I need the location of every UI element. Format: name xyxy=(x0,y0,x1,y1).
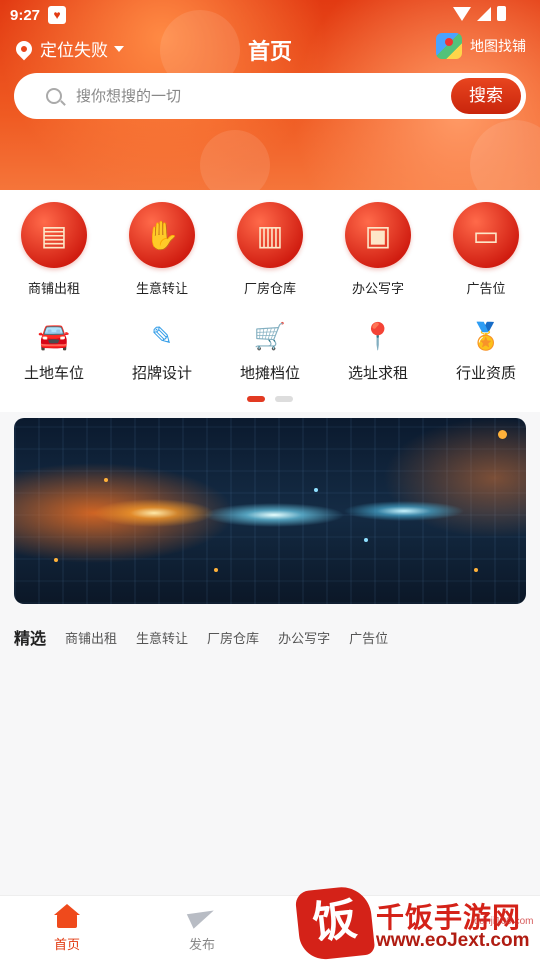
category-street-stall[interactable]: 🛒 地摊档位 xyxy=(216,318,324,383)
app-notification-icon: ♥ xyxy=(48,6,66,24)
search-icon xyxy=(46,88,62,104)
banner-decoration xyxy=(54,558,58,562)
watermark-subdomain: danji100.com xyxy=(474,916,534,927)
send-icon xyxy=(189,904,215,928)
category-land-parking[interactable]: 🚘 土地车位 xyxy=(0,318,108,383)
category-sign-design[interactable]: ✎ 招牌设计 xyxy=(108,318,216,383)
briefcase-icon: ▣ xyxy=(345,202,411,268)
watermark-domain: www.eoJext.com xyxy=(376,930,530,951)
watermark: 饭 千饭手游网 danji100.com www.eoJext.com xyxy=(294,884,540,960)
category-label: 生意转让 xyxy=(135,281,188,296)
category-row-secondary: 🚘 土地车位 ✎ 招牌设计 🛒 地摊档位 📍 选址求租 🏅 行业资质 xyxy=(0,318,540,383)
home-icon xyxy=(54,904,80,928)
tab-factory-warehouse[interactable]: 厂房仓库 xyxy=(207,628,259,647)
status-time: 9:27 xyxy=(10,7,41,24)
award-icon: 🏅 xyxy=(469,320,503,351)
header: 9:27 ♥ 定位失败 首页 地图找铺 搜索 xyxy=(0,0,540,190)
category-label: 行业资质 xyxy=(455,365,516,382)
category-office[interactable]: ▣ 办公写字 xyxy=(324,202,432,297)
promo-banner[interactable] xyxy=(14,418,526,604)
category-grid: ▤ 商铺出租 ✋ 生意转让 ▥ 厂房仓库 ▣ 办公写字 ▭ 广告位 🚘 土地车位… xyxy=(0,190,540,412)
category-ad-space[interactable]: ▭ 广告位 xyxy=(432,202,540,297)
storefront-icon: ▤ xyxy=(21,202,87,268)
status-bar: 9:27 ♥ xyxy=(0,0,540,32)
watermark-logo: 饭 xyxy=(294,884,376,960)
banner-decoration xyxy=(474,568,478,572)
category-qualification[interactable]: 🏅 行业资质 xyxy=(432,318,540,383)
category-label: 地摊档位 xyxy=(239,365,300,382)
category-site-search[interactable]: 📍 选址求租 xyxy=(324,318,432,383)
category-label: 选址求租 xyxy=(347,365,408,382)
search-input[interactable] xyxy=(76,87,436,105)
carousel-indicator xyxy=(0,396,540,402)
car-icon: 🚘 xyxy=(37,320,71,351)
home-icon-body xyxy=(57,914,77,928)
category-label: 商铺出租 xyxy=(27,281,80,296)
nav-label: 发布 xyxy=(188,937,215,952)
wifi-icon xyxy=(453,6,471,21)
factory-icon: ▥ xyxy=(237,202,303,268)
banner-decoration xyxy=(104,478,108,482)
carousel-dot[interactable] xyxy=(275,396,293,402)
category-label: 招牌设计 xyxy=(131,365,192,382)
map-icon xyxy=(436,33,462,59)
category-label: 厂房仓库 xyxy=(243,281,296,296)
battery-icon xyxy=(497,6,506,21)
search-bar[interactable]: 搜索 xyxy=(14,73,526,119)
category-factory-warehouse[interactable]: ▥ 厂房仓库 xyxy=(216,202,324,297)
category-row-primary: ▤ 商铺出租 ✋ 生意转让 ▥ 厂房仓库 ▣ 办公写字 ▭ 广告位 xyxy=(0,202,540,297)
header-decoration xyxy=(200,130,270,190)
banner-decoration xyxy=(214,568,218,572)
category-label: 广告位 xyxy=(466,281,506,296)
tab-office[interactable]: 办公写字 xyxy=(278,628,330,647)
category-label: 办公写字 xyxy=(351,281,404,296)
header-decoration xyxy=(470,120,540,190)
filter-tabs: 精选 商铺出租 生意转让 厂房仓库 办公写字 广告位 xyxy=(14,625,407,649)
category-label: 土地车位 xyxy=(23,365,84,382)
cart-icon: 🛒 xyxy=(253,320,287,351)
category-shop-rent[interactable]: ▤ 商铺出租 xyxy=(0,202,108,297)
nav-label: 首页 xyxy=(53,937,80,952)
ruler-pencil-icon: ✎ xyxy=(151,320,173,351)
map-find-button[interactable]: 地图找铺 xyxy=(436,33,526,59)
tab-business-transfer[interactable]: 生意转让 xyxy=(136,628,188,647)
tab-featured[interactable]: 精选 xyxy=(14,625,46,649)
banner-decoration xyxy=(498,430,507,439)
handshake-icon: ✋ xyxy=(129,202,195,268)
map-find-label: 地图找铺 xyxy=(470,38,526,54)
tab-ad-space[interactable]: 广告位 xyxy=(349,628,388,647)
search-button[interactable]: 搜索 xyxy=(451,78,521,114)
category-business-transfer[interactable]: ✋ 生意转让 xyxy=(108,202,216,297)
carousel-dot-active[interactable] xyxy=(247,396,265,402)
tab-shop-rent[interactable]: 商铺出租 xyxy=(65,628,117,647)
billboard-icon: ▭ xyxy=(453,202,519,268)
location-pin-icon: 📍 xyxy=(361,320,395,351)
status-icons xyxy=(453,6,506,21)
signal-icon xyxy=(477,6,491,21)
nav-publish[interactable]: 发布 xyxy=(167,904,237,953)
banner-decoration xyxy=(314,488,318,492)
banner-decoration xyxy=(364,538,368,542)
nav-home[interactable]: 首页 xyxy=(32,904,102,953)
